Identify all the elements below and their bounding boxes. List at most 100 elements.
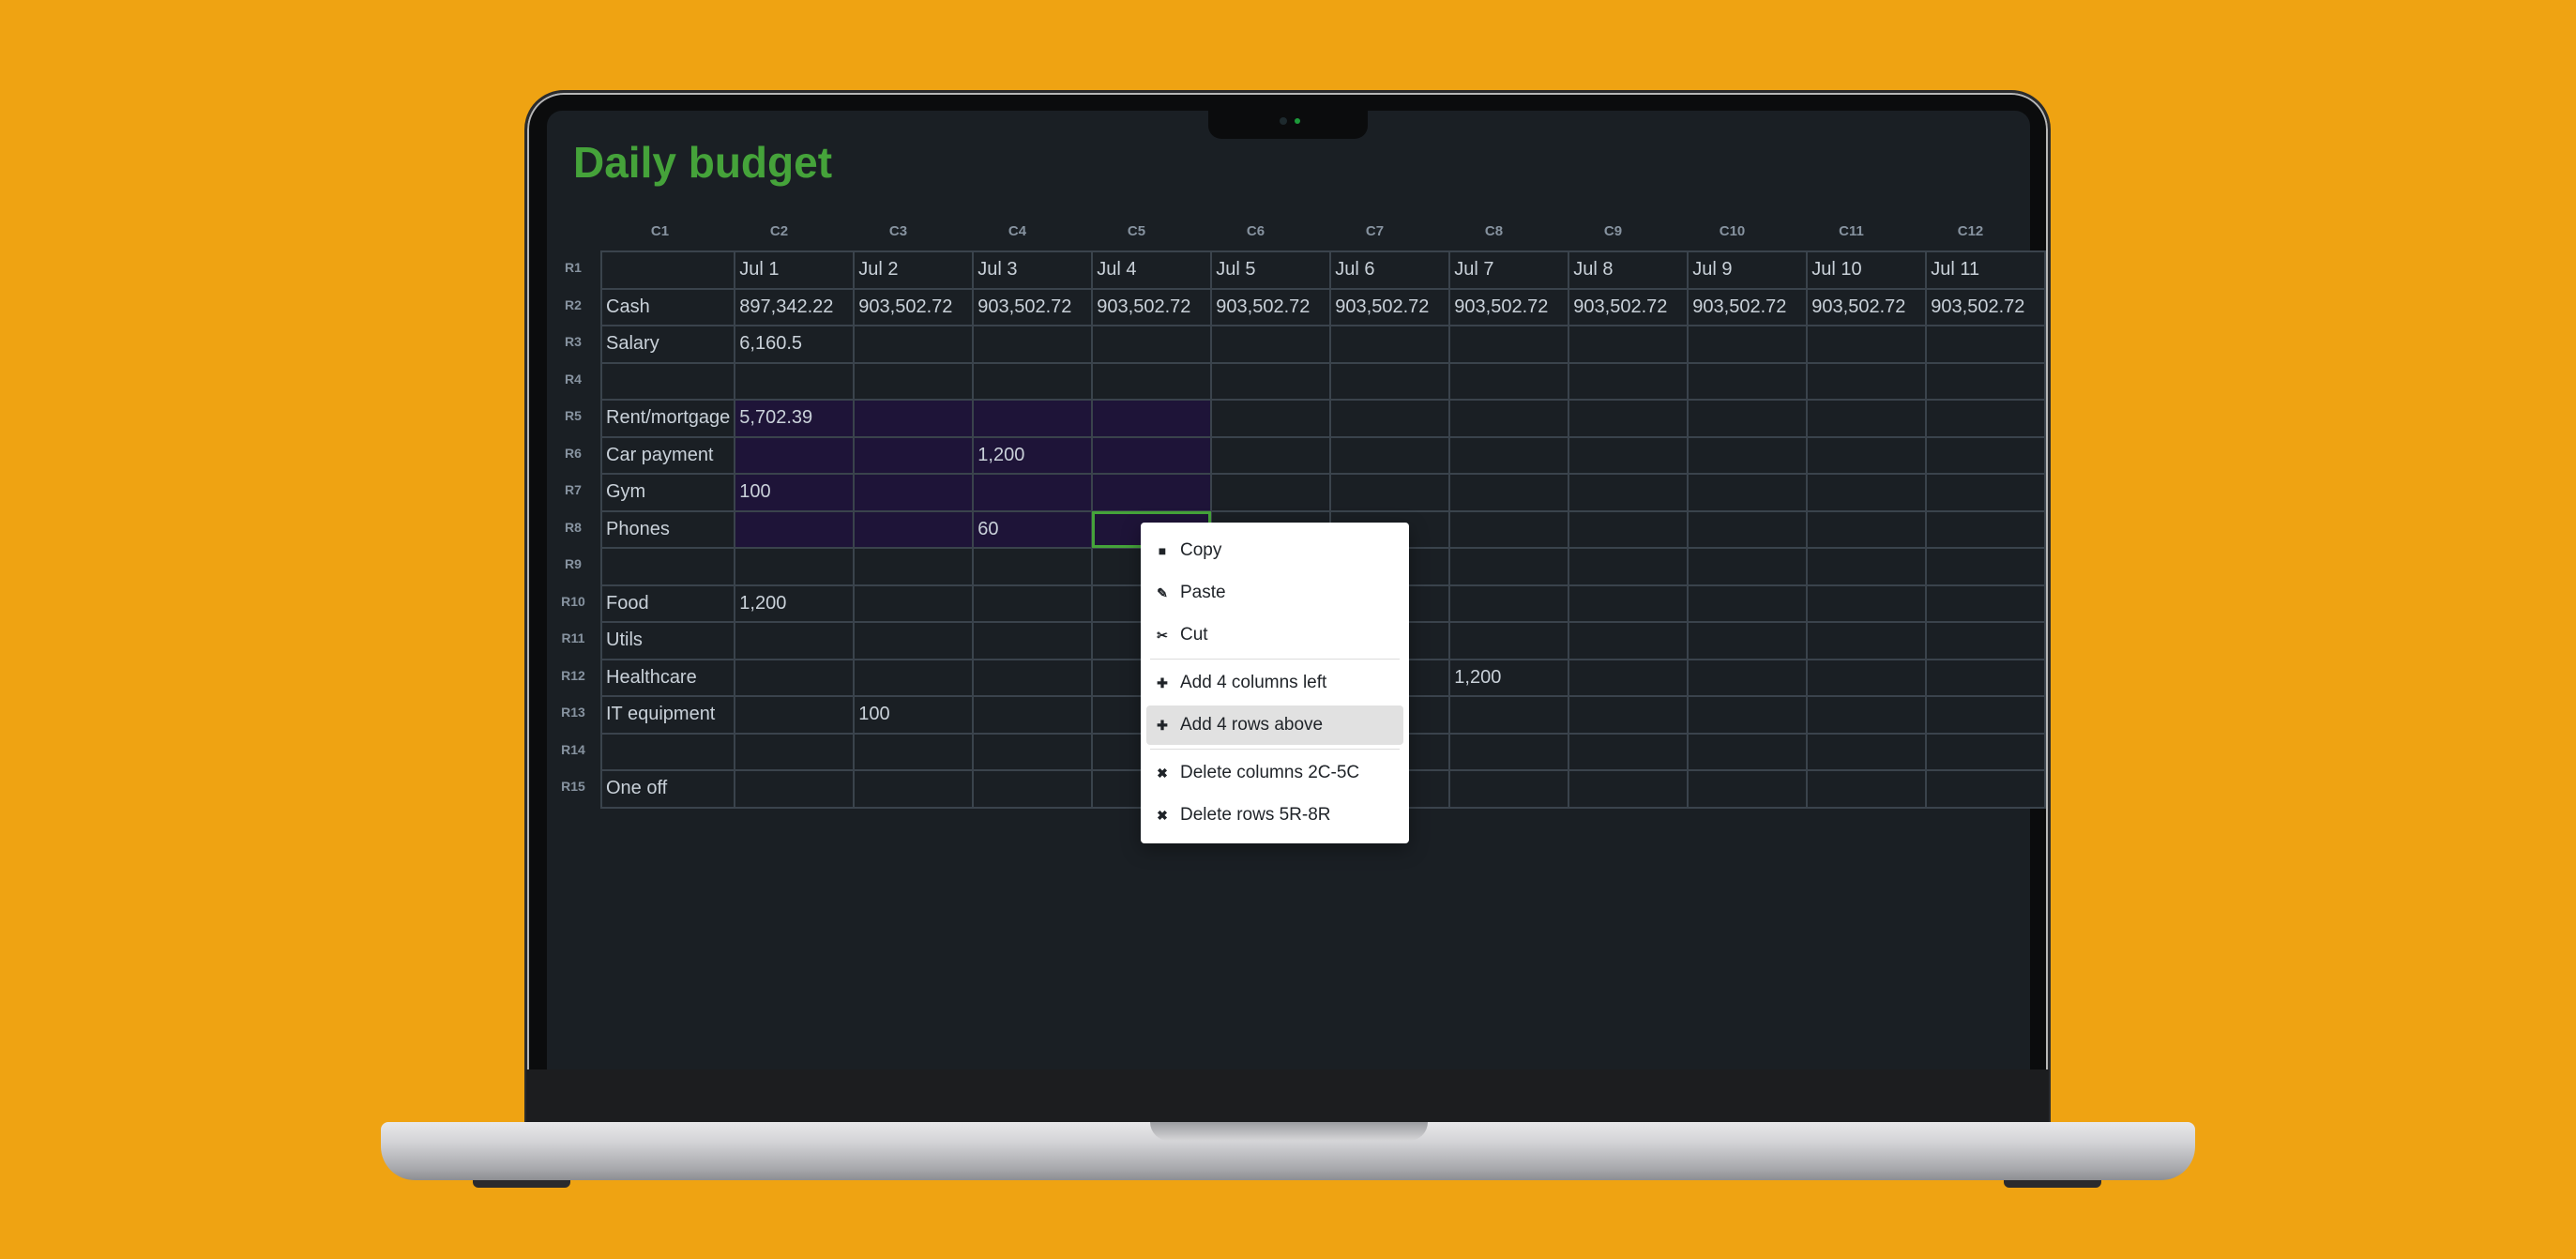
table-cell[interactable] bbox=[734, 695, 856, 735]
table-cell[interactable]: 903,502.72 bbox=[1448, 287, 1570, 326]
table-cell[interactable] bbox=[853, 473, 975, 512]
table-cell[interactable]: Jul 10 bbox=[1806, 250, 1928, 290]
table-cell[interactable] bbox=[972, 325, 1094, 364]
row-header[interactable]: R10 bbox=[553, 594, 593, 609]
row-header[interactable]: R6 bbox=[553, 446, 593, 461]
table-cell[interactable] bbox=[1687, 399, 1809, 438]
table-cell[interactable] bbox=[1329, 435, 1451, 475]
row-header[interactable]: R13 bbox=[553, 705, 593, 720]
table-cell[interactable] bbox=[734, 621, 856, 660]
table-cell[interactable] bbox=[1925, 361, 2047, 401]
table-cell[interactable]: 1,200 bbox=[1448, 658, 1570, 697]
table-cell[interactable] bbox=[1329, 399, 1451, 438]
table-cell[interactable]: Healthcare bbox=[599, 658, 736, 697]
table-cell[interactable] bbox=[1568, 435, 1690, 475]
menu-item-add-4-columns-left[interactable]: ✚ Add 4 columns left bbox=[1146, 663, 1403, 703]
table-cell[interactable] bbox=[1329, 473, 1451, 512]
table-cell[interactable] bbox=[1925, 769, 2047, 809]
table-cell[interactable] bbox=[1091, 361, 1213, 401]
table-cell[interactable]: Jul 3 bbox=[972, 250, 1094, 290]
table-cell[interactable] bbox=[1448, 547, 1570, 586]
table-cell[interactable] bbox=[1806, 325, 1928, 364]
table-cell[interactable] bbox=[1568, 695, 1690, 735]
table-cell[interactable] bbox=[853, 509, 975, 549]
row-header[interactable]: R2 bbox=[553, 297, 593, 312]
table-cell[interactable] bbox=[853, 732, 975, 771]
table-cell[interactable]: Jul 5 bbox=[1210, 250, 1332, 290]
row-header[interactable]: R7 bbox=[553, 482, 593, 497]
row-header[interactable]: R12 bbox=[553, 668, 593, 683]
table-cell[interactable]: Cash bbox=[599, 287, 736, 326]
table-cell[interactable] bbox=[1687, 509, 1809, 549]
table-cell[interactable] bbox=[972, 621, 1094, 660]
table-cell[interactable]: Jul 11 bbox=[1925, 250, 2047, 290]
table-cell[interactable] bbox=[853, 435, 975, 475]
table-cell[interactable] bbox=[734, 435, 856, 475]
table-cell[interactable] bbox=[1687, 695, 1809, 735]
table-cell[interactable] bbox=[853, 325, 975, 364]
table-cell[interactable] bbox=[1687, 621, 1809, 660]
table-cell[interactable] bbox=[853, 584, 975, 623]
table-cell[interactable]: Gym bbox=[599, 473, 736, 512]
row-header[interactable]: R9 bbox=[553, 556, 593, 571]
table-cell[interactable] bbox=[1925, 509, 2047, 549]
table-cell[interactable] bbox=[1448, 695, 1570, 735]
table-cell[interactable] bbox=[1806, 695, 1928, 735]
table-cell[interactable] bbox=[1448, 473, 1570, 512]
column-header[interactable]: C4 bbox=[958, 223, 1077, 242]
table-cell[interactable]: Jul 6 bbox=[1329, 250, 1451, 290]
row-header[interactable]: R11 bbox=[553, 630, 593, 645]
table-cell[interactable] bbox=[734, 361, 856, 401]
table-cell[interactable]: 903,502.72 bbox=[1091, 287, 1213, 326]
table-cell[interactable] bbox=[1329, 361, 1451, 401]
column-header[interactable]: C7 bbox=[1315, 223, 1434, 242]
table-cell[interactable] bbox=[599, 732, 736, 771]
table-cell[interactable] bbox=[734, 547, 856, 586]
table-cell[interactable] bbox=[853, 399, 975, 438]
table-cell[interactable] bbox=[1687, 584, 1809, 623]
row-header[interactable]: R8 bbox=[553, 520, 593, 535]
table-cell[interactable] bbox=[1687, 361, 1809, 401]
table-cell[interactable] bbox=[1568, 658, 1690, 697]
column-header[interactable]: C5 bbox=[1077, 223, 1196, 242]
row-header[interactable]: R3 bbox=[553, 334, 593, 349]
table-cell[interactable] bbox=[1806, 584, 1928, 623]
table-cell[interactable] bbox=[1806, 547, 1928, 586]
table-cell[interactable]: Jul 1 bbox=[734, 250, 856, 290]
table-cell[interactable] bbox=[1568, 769, 1690, 809]
table-cell[interactable] bbox=[1210, 399, 1332, 438]
table-cell[interactable]: One off bbox=[599, 769, 736, 809]
table-cell[interactable] bbox=[853, 547, 975, 586]
table-cell[interactable] bbox=[1687, 325, 1809, 364]
table-cell[interactable] bbox=[1091, 473, 1213, 512]
column-header[interactable]: C8 bbox=[1434, 223, 1553, 242]
table-cell[interactable]: Phones bbox=[599, 509, 736, 549]
menu-item-cut[interactable]: ✂ Cut bbox=[1146, 615, 1403, 655]
table-cell[interactable] bbox=[1568, 547, 1690, 586]
table-cell[interactable]: Jul 4 bbox=[1091, 250, 1213, 290]
table-cell[interactable] bbox=[1448, 621, 1570, 660]
row-header[interactable]: R14 bbox=[553, 742, 593, 757]
table-cell[interactable]: Jul 2 bbox=[853, 250, 975, 290]
table-cell[interactable]: Jul 8 bbox=[1568, 250, 1690, 290]
table-cell[interactable] bbox=[599, 250, 736, 290]
table-cell[interactable] bbox=[853, 361, 975, 401]
table-cell[interactable] bbox=[1687, 732, 1809, 771]
table-cell[interactable] bbox=[1806, 658, 1928, 697]
table-cell[interactable] bbox=[1448, 435, 1570, 475]
table-cell[interactable] bbox=[1568, 399, 1690, 438]
table-cell[interactable] bbox=[1687, 769, 1809, 809]
menu-item-add-4-rows-above[interactable]: ✚ Add 4 rows above bbox=[1146, 705, 1403, 745]
table-cell[interactable] bbox=[1925, 399, 2047, 438]
table-cell[interactable] bbox=[1329, 325, 1451, 364]
table-cell[interactable] bbox=[1687, 547, 1809, 586]
table-cell[interactable] bbox=[1806, 509, 1928, 549]
column-header[interactable]: C11 bbox=[1792, 223, 1911, 242]
table-cell[interactable]: 903,502.72 bbox=[1925, 287, 2047, 326]
table-cell[interactable] bbox=[1806, 732, 1928, 771]
table-cell[interactable] bbox=[1568, 361, 1690, 401]
table-cell[interactable] bbox=[734, 658, 856, 697]
table-cell[interactable] bbox=[972, 547, 1094, 586]
table-cell[interactable] bbox=[1925, 584, 2047, 623]
table-cell[interactable]: 903,502.72 bbox=[853, 287, 975, 326]
